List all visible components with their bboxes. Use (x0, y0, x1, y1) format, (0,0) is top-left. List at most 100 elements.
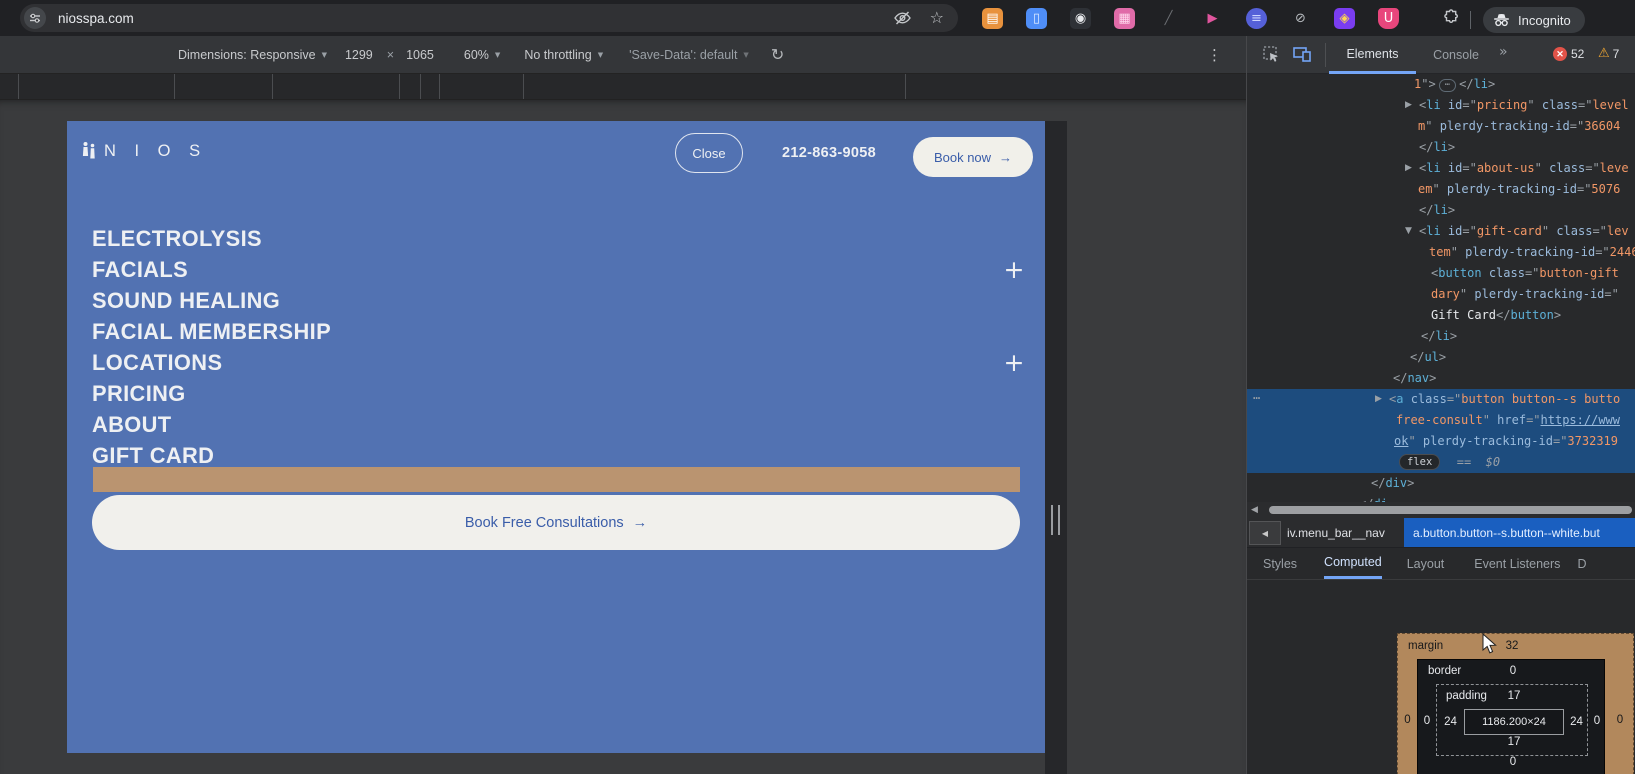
book-free-consultations-button[interactable]: Book Free Consultations → (92, 495, 1020, 550)
recorder-extension-icon[interactable]: ◉ (1070, 7, 1091, 29)
toggle-device-toolbar-icon[interactable] (1293, 46, 1312, 67)
node-menu-dots[interactable]: … (1253, 385, 1261, 406)
code-line[interactable]: </di (1247, 494, 1635, 502)
eye-off-icon[interactable] (893, 10, 912, 26)
nav-menu-item[interactable]: SOUND HEALING (92, 285, 331, 316)
throttling-select[interactable]: No throttling ▼ (524, 48, 603, 62)
code-line[interactable]: m" plerdy-tracking-id="36604 (1247, 116, 1635, 137)
eyedropper-extension-icon[interactable]: ╱ (1158, 8, 1179, 29)
padding-top-value[interactable]: 17 (1484, 690, 1544, 702)
viewport-resize-handle[interactable] (1051, 505, 1060, 535)
viewport-height-input[interactable]: 1065 (406, 48, 434, 62)
tab-computed[interactable]: Computed (1324, 548, 1382, 579)
close-menu-button[interactable]: Close (675, 133, 743, 173)
tab-event-listeners[interactable]: Event Listeners (1474, 548, 1560, 579)
site-settings-icon[interactable] (24, 7, 46, 29)
viewport-width-input[interactable]: 1299 (345, 48, 373, 62)
url-text[interactable]: niosspa.com (58, 11, 134, 26)
tab-layout[interactable]: Layout (1407, 548, 1445, 579)
code-line[interactable]: dary" plerdy-tracking-id=" (1247, 284, 1635, 305)
breadcrumb-item-selected[interactable]: a.button.button--s.button--white.but (1404, 518, 1635, 547)
tab-console[interactable]: Console (1421, 36, 1491, 74)
code-line[interactable]: </div> (1247, 473, 1635, 494)
code-line[interactable]: </ul> (1247, 347, 1635, 368)
code-line[interactable]: </nav> (1247, 368, 1635, 389)
nav-menu-item[interactable]: LOCATIONS (92, 347, 331, 378)
box-model-content[interactable]: 1186.200×24 (1464, 709, 1564, 735)
inspect-element-icon[interactable] (1263, 46, 1280, 68)
border-left-value[interactable]: 0 (1418, 708, 1436, 734)
expand-arrow-icon[interactable]: ▶ (1375, 389, 1382, 410)
collapse-arrow-icon[interactable]: ▼ (1405, 221, 1412, 242)
expand-arrow-icon[interactable]: ▶ (1405, 158, 1412, 179)
expand-arrow-icon[interactable]: ▶ (1405, 95, 1412, 116)
address-bar[interactable]: niosspa.com ☆ (20, 4, 958, 32)
nav-menu-item[interactable]: ABOUT (92, 409, 331, 440)
nav-menu-item[interactable]: PRICING (92, 378, 331, 409)
nav-menu-item[interactable]: FACIAL MEMBERSHIP (92, 316, 331, 347)
tab-elements[interactable]: Elements (1329, 36, 1416, 74)
tab-dom-breakpoints[interactable]: D (1577, 548, 1586, 579)
bookmark-star-icon[interactable]: ☆ (930, 10, 944, 26)
nav-menu-item[interactable]: FACIALS (92, 254, 331, 285)
code-line[interactable]: <button class="button-gift (1247, 263, 1635, 284)
padding-right-value[interactable]: 24 (1564, 709, 1589, 735)
border-bottom-value[interactable]: 0 (1483, 756, 1543, 768)
play-extension-icon[interactable]: ▶ (1202, 8, 1223, 29)
expand-plus-icon[interactable]: + (1001, 254, 1027, 285)
code-line[interactable]: … ▶ <a class="button button--s butto (1247, 388, 1635, 410)
site-logo[interactable]: N I O S (81, 141, 207, 161)
incognito-badge[interactable]: Incognito (1483, 7, 1585, 33)
dimensions-select[interactable]: Dimensions: Responsive ▼ (178, 48, 327, 62)
more-tabs-icon[interactable]: » (1499, 44, 1508, 60)
viewport-resize-strip[interactable] (1045, 121, 1067, 774)
code-line[interactable]: flex == $0 (1247, 452, 1635, 473)
code-line[interactable]: ▶ <li id="pricing" class="level (1247, 95, 1635, 116)
ruler-tick (399, 74, 400, 99)
horizontal-scrollbar[interactable]: ◀ (1247, 502, 1635, 518)
box-model-margin[interactable]: margin 32 0 0 border 0 0 0 0 padding 17 … (1397, 633, 1634, 774)
code-line[interactable]: tem" plerdy-tracking-id="2446 (1247, 242, 1635, 263)
code-line[interactable]: ▼ <li id="gift-card" class="lev (1247, 221, 1635, 242)
code-line[interactable]: </li> (1247, 326, 1635, 347)
scroll-left-icon[interactable]: ◀ (1251, 505, 1258, 515)
code-line[interactable]: </li> (1247, 137, 1635, 158)
disabled-pen-extension-icon[interactable]: ⊘ (1290, 8, 1311, 29)
pink-panel-extension-icon[interactable]: ▦ (1114, 7, 1135, 29)
rotate-viewport-button[interactable]: ↻ (771, 45, 784, 64)
code-line[interactable]: ok" plerdy-tracking-id="3732319 (1247, 431, 1635, 452)
code-line[interactable]: 1"> ⋯ </li> (1247, 74, 1635, 95)
expand-plus-icon[interactable]: + (1001, 347, 1027, 378)
breadcrumb-scroll-left-button[interactable]: ◀ (1249, 521, 1281, 545)
border-top-value[interactable]: 0 (1483, 665, 1543, 677)
padding-bottom-value[interactable]: 17 (1484, 736, 1544, 748)
shield-extension-icon[interactable]: U (1378, 7, 1399, 29)
code-line[interactable]: free-consult" href="https://www (1247, 410, 1635, 431)
stylus-extension-icon[interactable]: ≡ (1246, 7, 1267, 29)
screenshot-extension-icon[interactable]: ◈ (1334, 7, 1355, 29)
error-badge[interactable]: ✕ 52 (1553, 47, 1584, 61)
code-line[interactable]: em" plerdy-tracking-id="5076 (1247, 179, 1635, 200)
warning-badge[interactable]: ⚠ 7 (1598, 46, 1619, 61)
device-toolbar-menu-button[interactable]: ⋮ (1207, 36, 1222, 74)
code-line[interactable]: ▶ <li id="about-us" class="leve (1247, 158, 1635, 179)
save-data-select[interactable]: 'Save-Data': default ▼ (629, 48, 749, 62)
nav-menu-item[interactable]: ELECTROLYSIS (92, 223, 331, 254)
box-model-padding[interactable]: padding 17 24 24 17 1186.200×24 (1436, 684, 1588, 756)
extensions-puzzle-icon[interactable] (1443, 9, 1460, 31)
tab-styles[interactable]: Styles (1263, 548, 1297, 579)
margin-right-value[interactable]: 0 (1605, 707, 1635, 733)
code-line[interactable]: </li> (1247, 200, 1635, 221)
border-right-value[interactable]: 0 (1588, 708, 1606, 734)
scrollbar-thumb[interactable] (1269, 506, 1632, 514)
book-now-button[interactable]: Book now → (913, 137, 1033, 177)
code-line[interactable]: Gift Card</button> (1247, 305, 1635, 326)
phone-number-link[interactable]: 212-863-9058 (765, 133, 893, 173)
box-model-border[interactable]: border 0 0 0 0 padding 17 24 24 17 1186.… (1417, 659, 1605, 774)
breadcrumb-item[interactable]: iv.menu_bar__nav (1287, 518, 1385, 547)
margin-left-value[interactable]: 0 (1398, 707, 1417, 733)
zoom-select[interactable]: 60% ▼ (464, 48, 500, 62)
clipboard-extension-icon[interactable]: ▯ (1026, 7, 1047, 29)
padding-left-value[interactable]: 24 (1437, 709, 1464, 735)
notebook-extension-icon[interactable]: ▤ (982, 7, 1003, 29)
